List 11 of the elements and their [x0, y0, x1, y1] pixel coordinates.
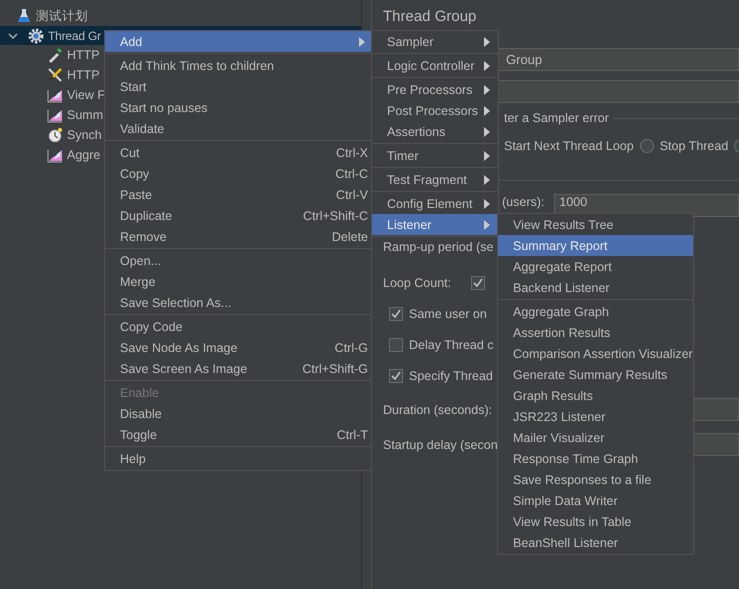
field-label: (users):: [502, 194, 544, 209]
field-label: Duration (seconds):: [383, 402, 492, 416]
radio-label: Stop Thread: [660, 139, 728, 153]
panel-title: Thread Group: [383, 8, 478, 27]
radio-label: Start Next Thread Loop: [504, 139, 634, 153]
checkbox-label: Specify Thread: [409, 368, 493, 382]
field-label: Startup delay (secon: [383, 438, 498, 452]
field-label: Ramp-up period (se: [383, 240, 494, 254]
checkbox-label: Delay Thread c: [409, 338, 494, 352]
checkbox-label: Same user on: [409, 306, 487, 320]
field-label: Loop Count:: [383, 276, 452, 290]
